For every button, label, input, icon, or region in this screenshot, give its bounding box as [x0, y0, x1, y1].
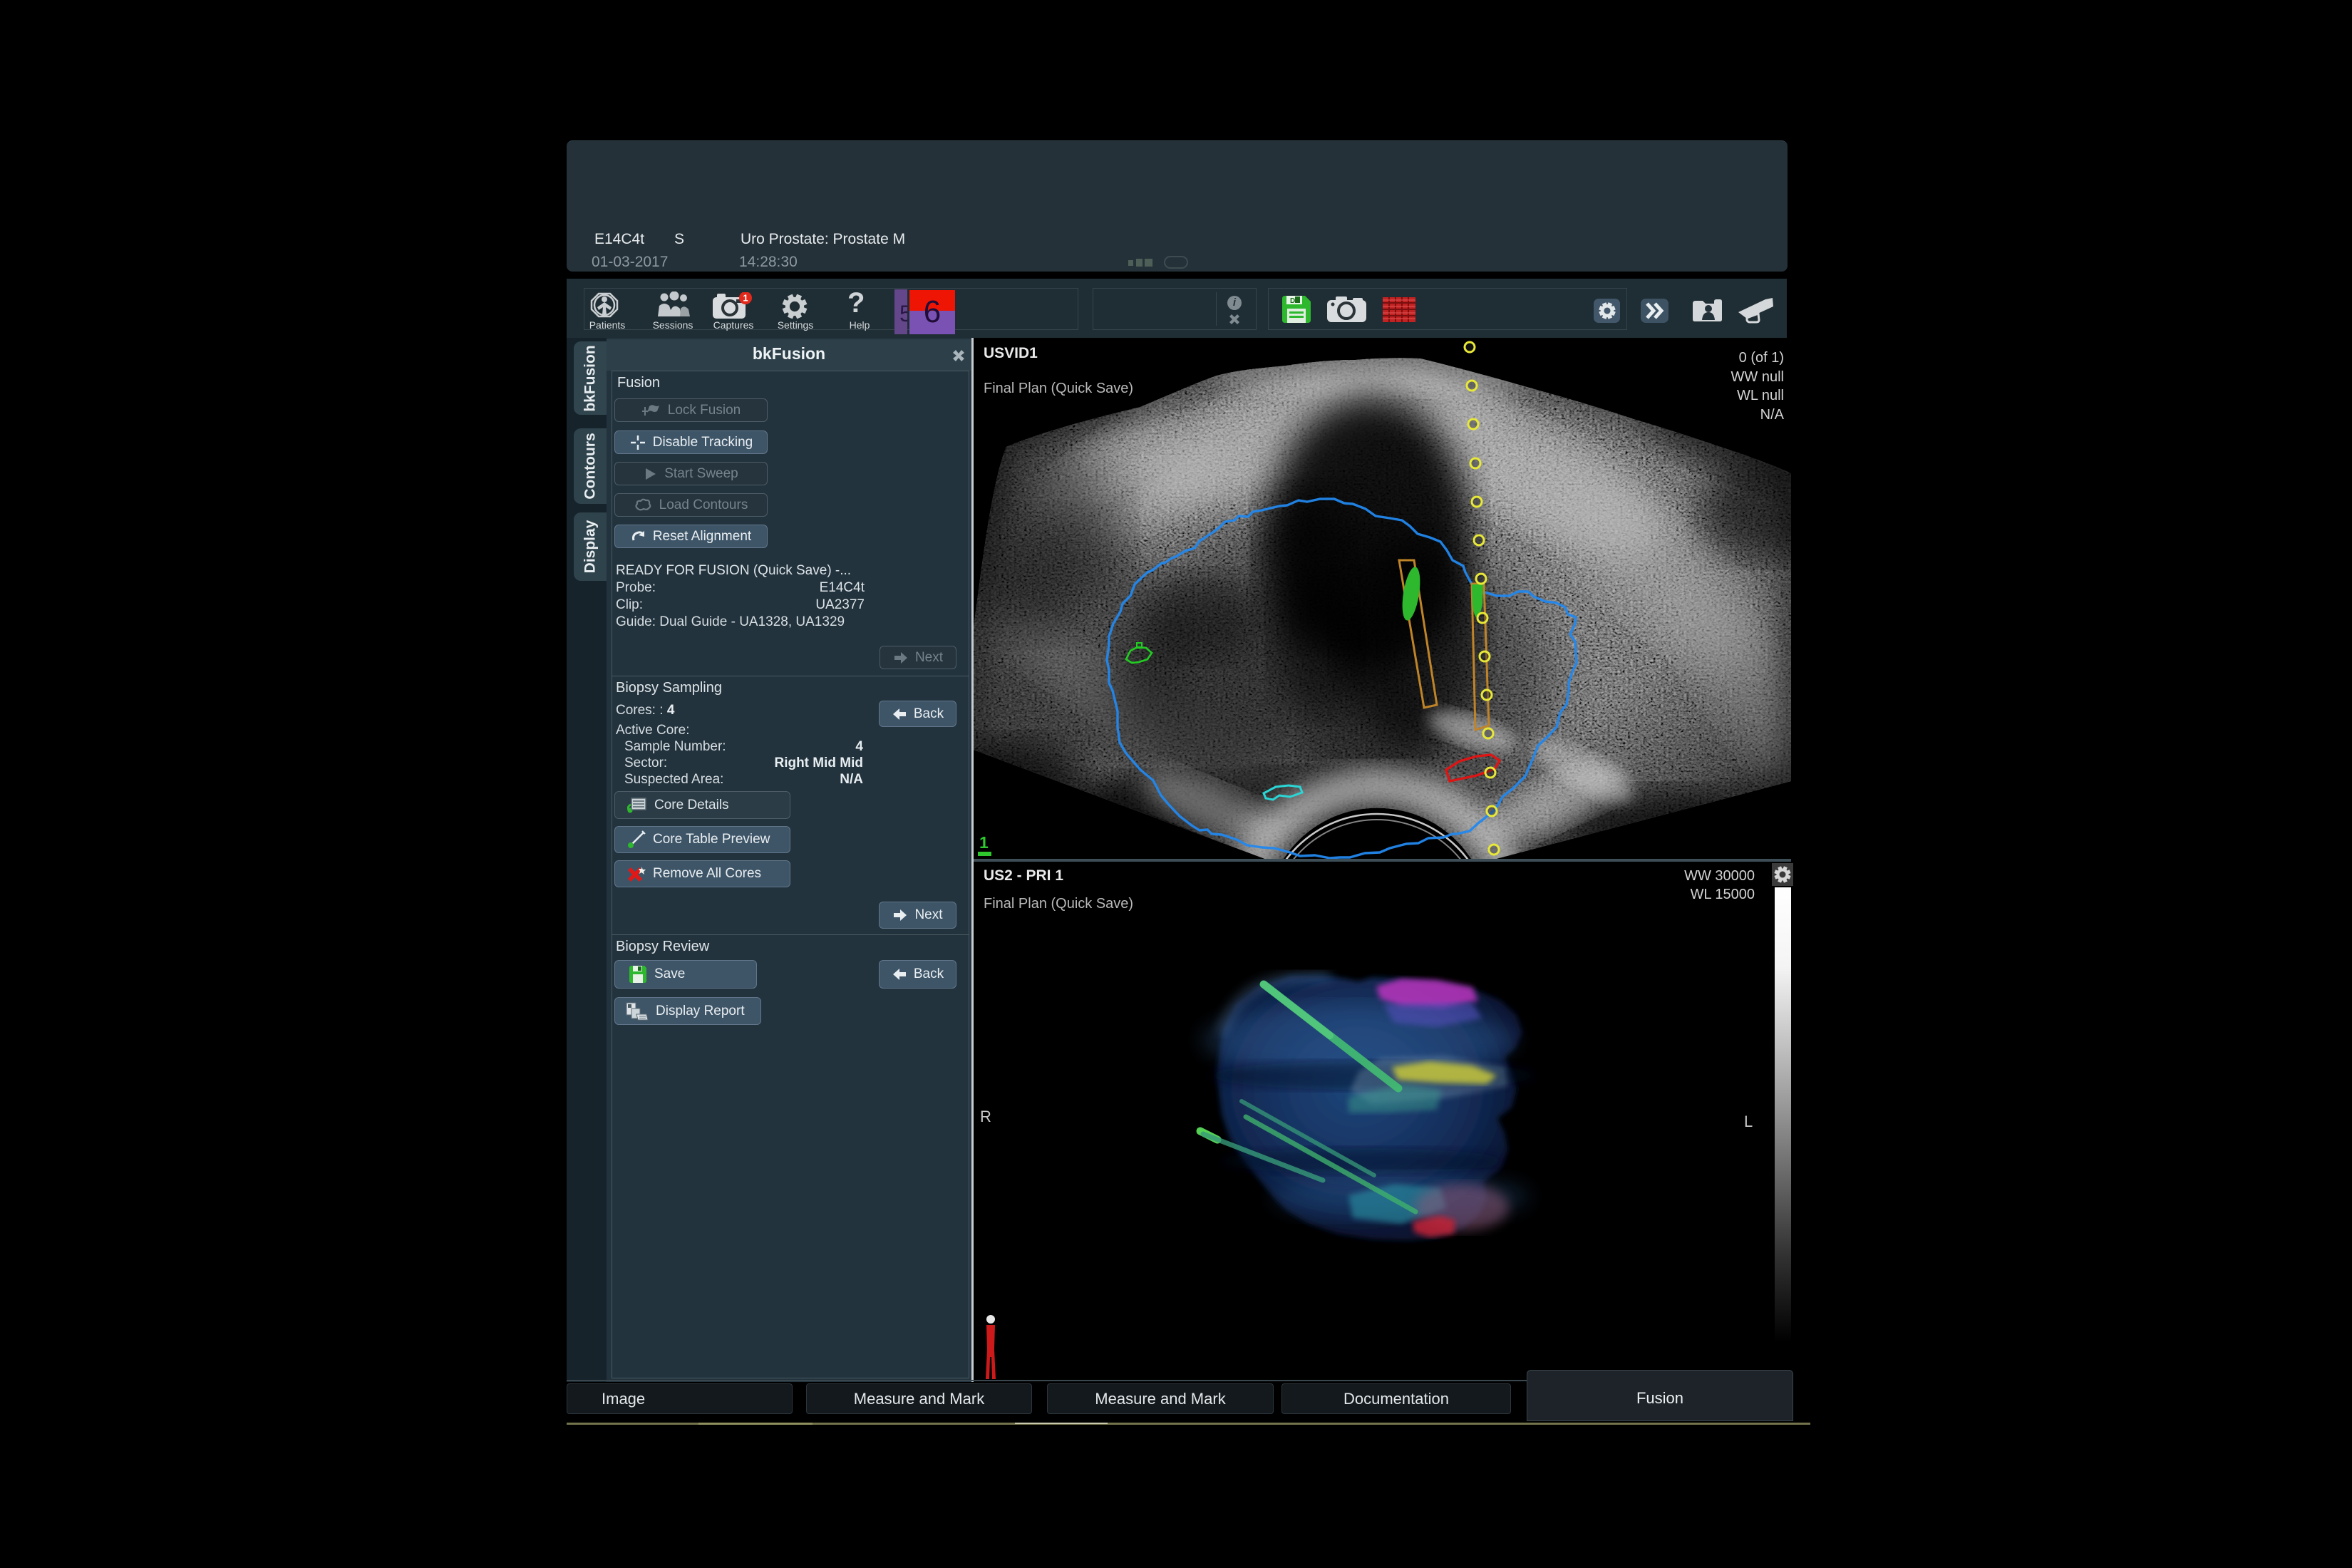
svg-text:D: D — [1290, 297, 1295, 305]
svg-text:1: 1 — [743, 293, 748, 304]
